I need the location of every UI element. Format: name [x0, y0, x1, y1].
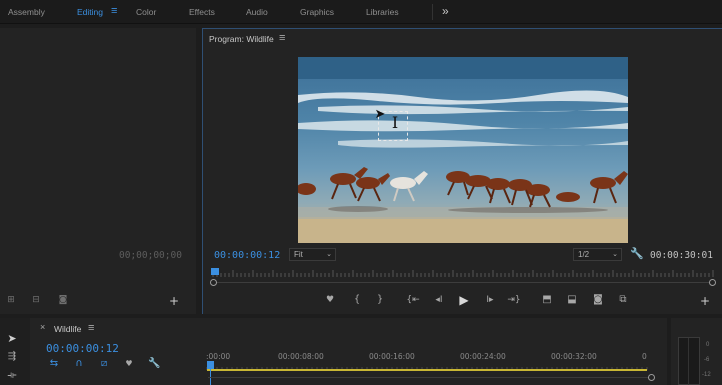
go-to-out-icon[interactable]: ⇥}	[507, 296, 521, 305]
program-menu-icon[interactable]: ≡	[279, 32, 285, 44]
snap-magnet-icon[interactable]: ∩	[73, 359, 85, 369]
program-ruler-ticks	[212, 270, 714, 277]
go-to-in-icon[interactable]: {⇤	[406, 296, 420, 305]
meter-scale-0: 0	[706, 342, 710, 348]
text-cursor-icon: I	[391, 113, 399, 132]
timeline-playhead[interactable]	[207, 361, 214, 369]
linked-selection-icon[interactable]: ⧄	[98, 359, 110, 369]
fit-dropdown[interactable]: Fit ⌄	[289, 248, 336, 261]
workspace-tab-color[interactable]: Color	[136, 7, 156, 17]
zoom-handle-right[interactable]	[709, 279, 716, 286]
export-frame-camera-icon[interactable]: ◙	[591, 295, 605, 305]
source-timecode[interactable]: 00;00;00;00	[119, 250, 182, 261]
play-button-icon[interactable]: ▶	[457, 294, 471, 306]
zoom-handle-left[interactable]	[210, 279, 217, 286]
mark-in-icon[interactable]: {	[352, 295, 362, 305]
fit-dropdown-label: Fit	[294, 250, 303, 259]
timeline-zoom-handle[interactable]	[648, 374, 655, 381]
workspace-bar: Assembly Editing ≡ Color Effects Audio G…	[0, 0, 722, 24]
timeline-ruler[interactable]	[206, 362, 652, 370]
program-add-button[interactable]: +	[699, 295, 711, 307]
lift-icon[interactable]: ⬒	[539, 295, 555, 305]
workspace-overflow-icon[interactable]: »	[442, 4, 449, 18]
close-icon[interactable]: ×	[40, 322, 45, 332]
sequence-tab-wildlife[interactable]: Wildlife	[54, 324, 81, 334]
wrench-icon[interactable]: 🔧	[630, 248, 644, 259]
ruler-label-5: 0	[642, 352, 647, 361]
video-frame[interactable]	[298, 57, 628, 243]
ruler-label-4: 00:00:32:00	[551, 352, 597, 361]
workspace-menu-icon[interactable]: ≡	[111, 5, 117, 17]
sequence-menu-icon[interactable]: ≡	[88, 322, 94, 334]
workspace-tab-graphics[interactable]: Graphics	[300, 7, 334, 17]
ruler-label-3: 00:00:24:00	[460, 352, 506, 361]
ruler-label-1: 00:00:08:00	[278, 352, 324, 361]
source-overwrite-icon[interactable]: ⊟	[29, 296, 43, 305]
nest-icon[interactable]: ⇆	[48, 359, 60, 369]
audio-meter-bars	[678, 337, 700, 385]
workspace-tab-audio[interactable]: Audio	[246, 7, 268, 17]
work-area-bar[interactable]	[207, 369, 647, 371]
source-export-frame-icon[interactable]: ◙	[56, 296, 70, 305]
program-playhead[interactable]	[211, 268, 219, 275]
workspace-tab-editing[interactable]: Editing	[77, 7, 103, 17]
meter-divider	[688, 338, 689, 385]
mouse-cursor-icon: ➤	[374, 107, 386, 122]
workspace-tab-libraries[interactable]: Libraries	[366, 7, 399, 17]
comparison-view-icon[interactable]: ⧉	[615, 295, 631, 305]
program-time-ruler[interactable]	[211, 268, 717, 277]
timeline-settings-wrench-icon[interactable]: 🔧	[148, 359, 160, 369]
extract-icon[interactable]: ⬓	[564, 295, 580, 305]
resolution-dropdown-label: 1/2	[578, 250, 590, 259]
resolution-dropdown[interactable]: 1/2 ⌄	[573, 248, 622, 261]
mark-out-icon[interactable]: }	[375, 295, 385, 305]
workspace-tab-effects[interactable]: Effects	[189, 7, 215, 17]
timeline-add-marker-icon[interactable]: ♥	[124, 360, 134, 368]
workspace-divider	[432, 4, 433, 20]
chevron-down-icon: ⌄	[612, 251, 618, 258]
source-add-button[interactable]: +	[168, 295, 180, 307]
video-frame-image	[298, 57, 628, 243]
ripple-edit-tool-icon[interactable]: ⟛	[5, 371, 19, 381]
source-monitor-panel	[0, 28, 196, 314]
add-marker-icon[interactable]: ♥	[325, 296, 335, 305]
workspace-tab-assembly[interactable]: Assembly	[8, 7, 45, 17]
program-zoom-scrollbar[interactable]	[214, 282, 714, 283]
ruler-label-0: :00:00	[206, 352, 231, 361]
track-select-tool-icon[interactable]: ⇶	[5, 352, 19, 362]
timeline-zoom-scrollbar[interactable]	[208, 377, 652, 378]
timeline-timecode[interactable]: 00:00:00:12	[46, 342, 119, 355]
meter-scale-12: -12	[702, 372, 711, 378]
chevron-down-icon: ⌄	[326, 251, 332, 258]
ruler-label-2: 00:00:16:00	[369, 352, 415, 361]
meter-scale-6: -6	[704, 357, 710, 363]
program-monitor-title[interactable]: Program: Wildlife	[209, 34, 274, 44]
step-back-icon[interactable]: ◂I	[432, 296, 446, 305]
program-current-timecode[interactable]: 00:00:00:12	[214, 250, 280, 261]
source-insert-icon[interactable]: ⊞	[4, 296, 18, 305]
selection-tool-icon[interactable]: ➤	[6, 333, 18, 344]
program-duration: 00:00:30:01	[650, 250, 713, 261]
step-forward-icon[interactable]: I▸	[483, 296, 497, 305]
